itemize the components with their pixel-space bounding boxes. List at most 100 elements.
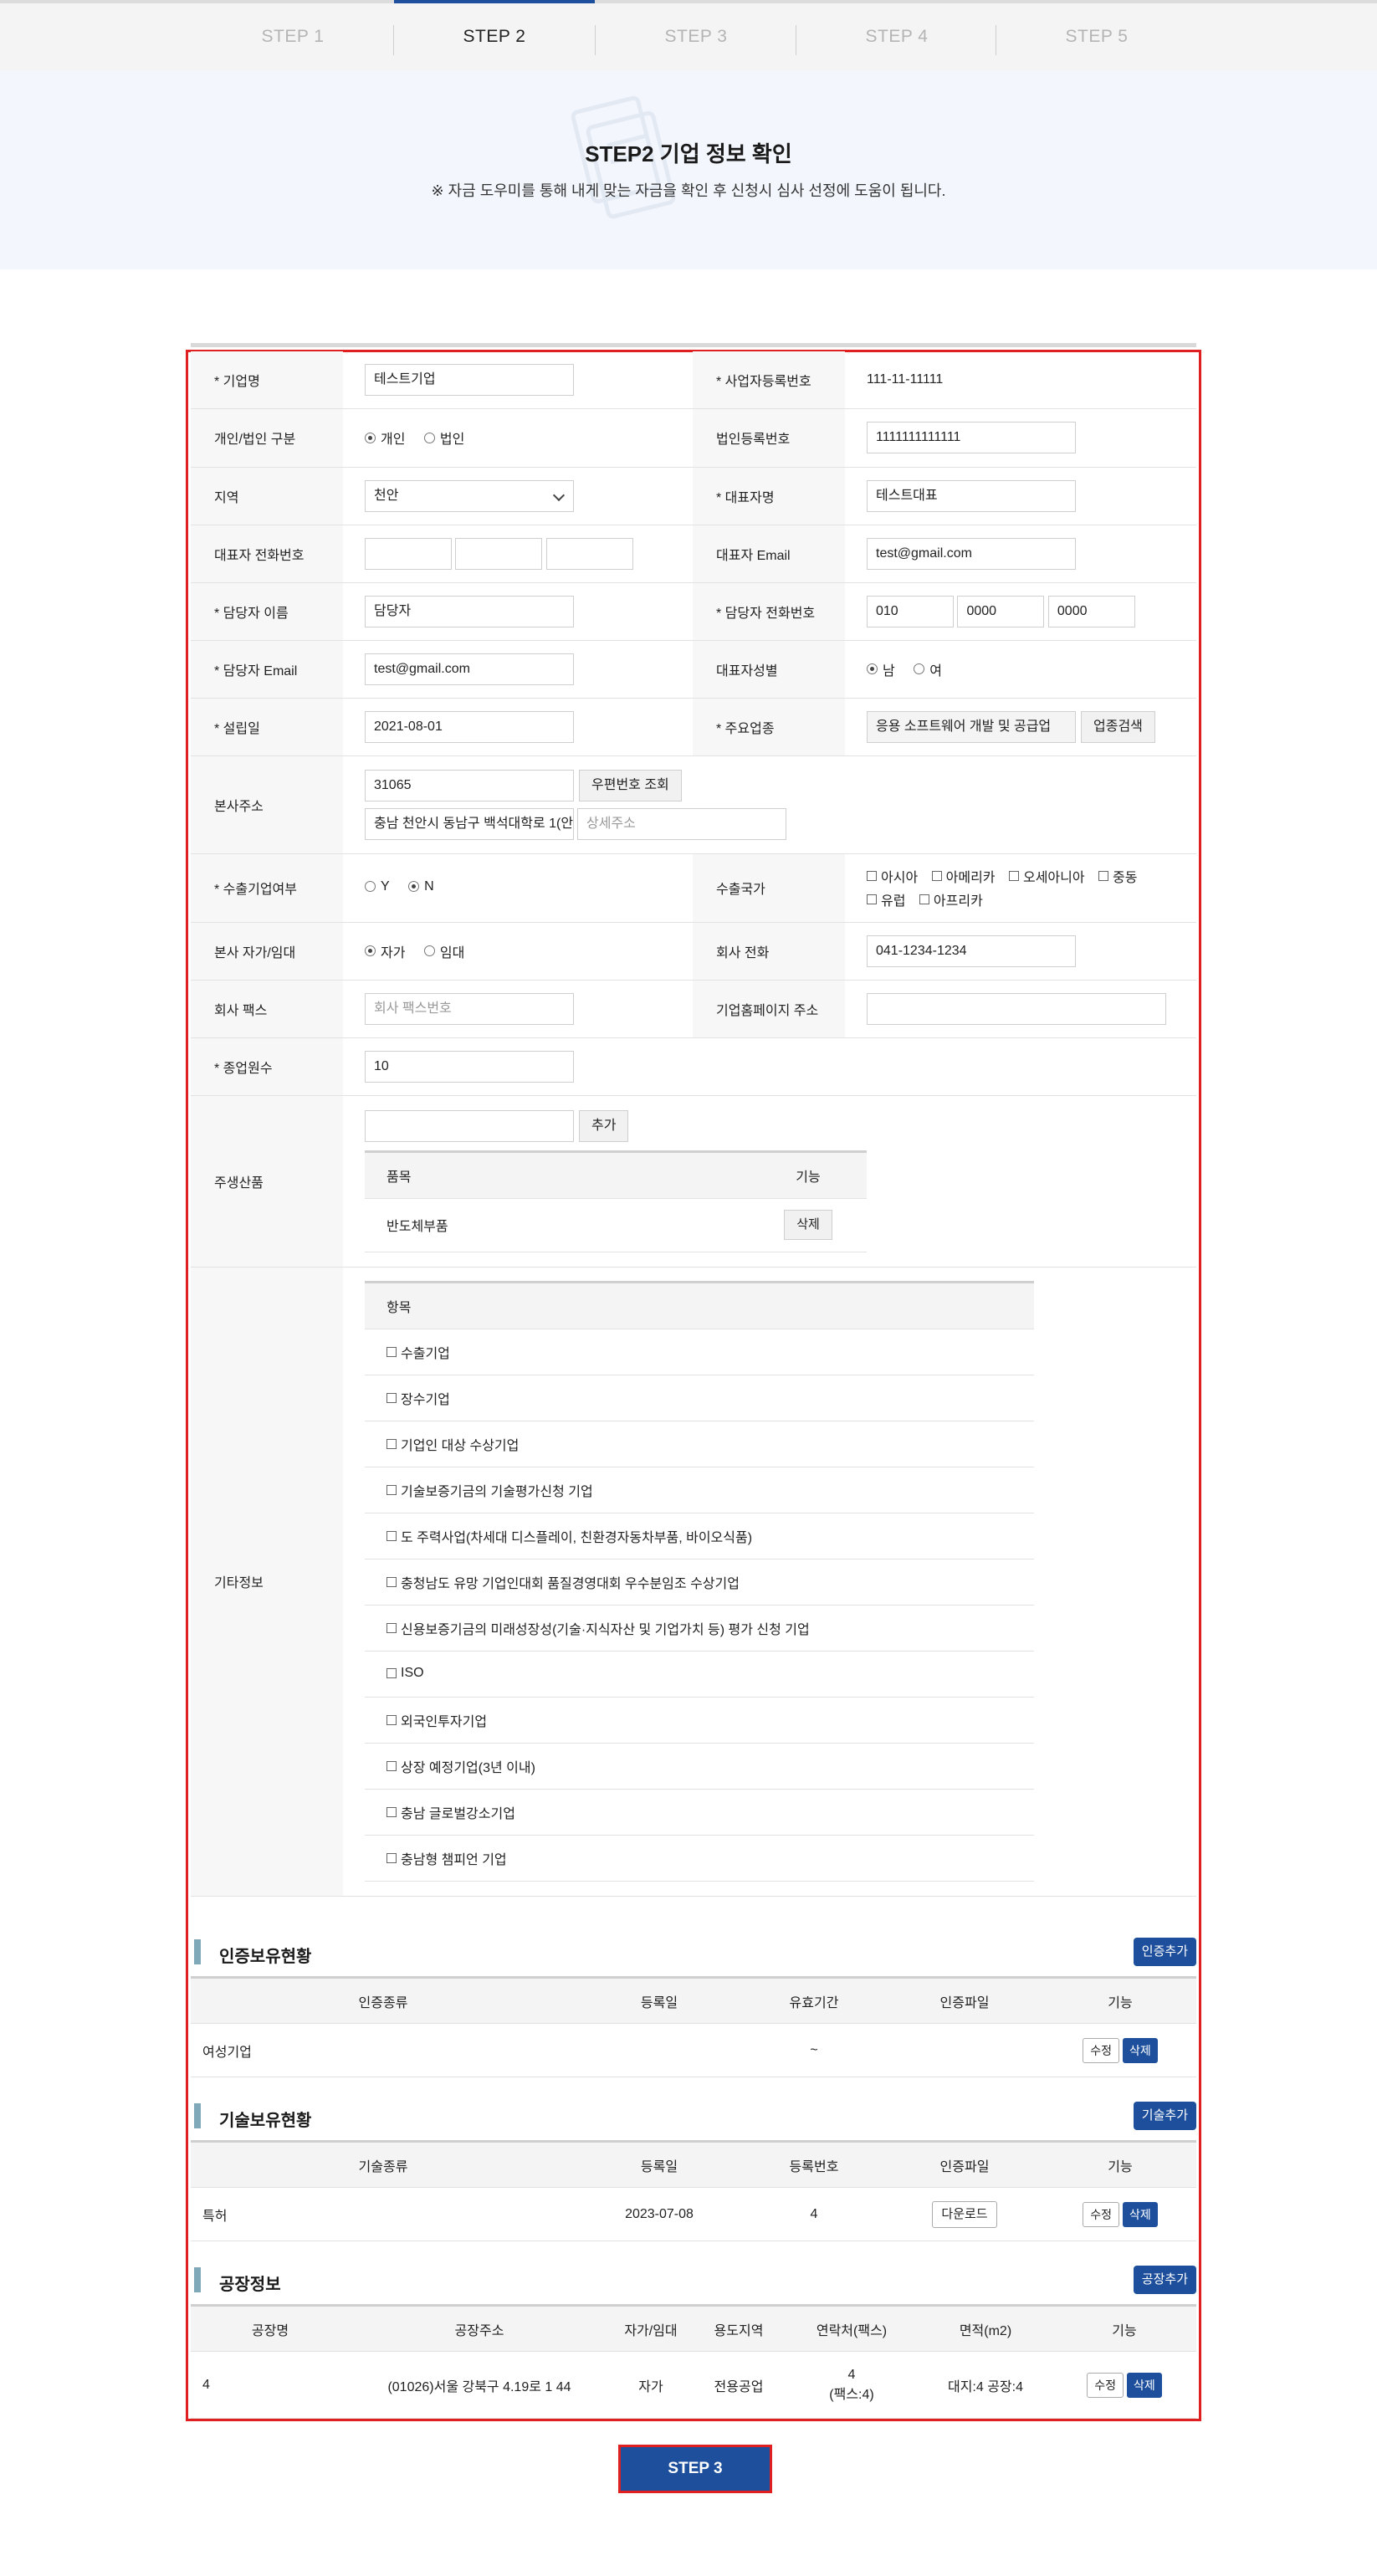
factories-table: 공장명 공장주소 자가/임대 용도지역 연락처(팩스) 면적(m2) 기능 4 … bbox=[191, 2304, 1196, 2419]
ceo-phone-part2-input[interactable] bbox=[455, 537, 543, 570]
etc-item-checkbox[interactable]: 기술보증기금의 기술평가신청 기업 bbox=[386, 1480, 593, 1500]
product-add-button[interactable]: 추가 bbox=[579, 1109, 629, 1142]
company-fax-input[interactable]: 회사 팩스번호 bbox=[365, 992, 574, 1025]
etc-item-checkbox[interactable]: 상장 예정기업(3년 이내) bbox=[386, 1756, 535, 1776]
tech-edit-button[interactable]: 수정 bbox=[1083, 2201, 1119, 2227]
step-tab-2[interactable]: STEP 2 bbox=[394, 0, 595, 70]
ownership-own-radio[interactable]: 자가 bbox=[365, 941, 405, 961]
add-technology-button[interactable]: 기술추가 bbox=[1133, 2102, 1196, 2130]
ownership-lease-radio[interactable]: 임대 bbox=[423, 941, 464, 961]
add-certification-button[interactable]: 인증추가 bbox=[1133, 1938, 1196, 1966]
country-europe-checkbox[interactable]: 유럽 bbox=[867, 889, 905, 909]
etc-item-checkbox[interactable]: 기업인 대상 수상기업 bbox=[386, 1434, 519, 1454]
main-industry-label: * 주요업종 bbox=[693, 698, 845, 756]
homepage-input[interactable] bbox=[867, 992, 1166, 1025]
ceo-email-input[interactable]: test@gmail.com bbox=[867, 537, 1076, 570]
manager-name-input[interactable]: 담당자 bbox=[365, 595, 574, 627]
address-input[interactable]: 충남 천안시 동남구 백석대학로 1(안 bbox=[365, 807, 574, 840]
radio-unchecked-icon bbox=[914, 663, 925, 674]
corp-reg-no-input[interactable]: 1111111111111 bbox=[867, 422, 1076, 453]
founded-date-input[interactable]: 2021-08-01 bbox=[365, 710, 574, 743]
factory-delete-button[interactable]: 삭제 bbox=[1127, 2372, 1162, 2398]
section-marker bbox=[194, 1939, 201, 1964]
country-asia-checkbox[interactable]: 아시아 bbox=[867, 866, 918, 886]
gender-female-radio[interactable]: 여 bbox=[914, 659, 942, 679]
checkbox-icon bbox=[386, 1577, 397, 1587]
etc-col-item: 항목 bbox=[365, 1281, 1034, 1329]
etc-item-checkbox[interactable]: ISO bbox=[386, 1666, 424, 1681]
etc-item-checkbox[interactable]: 외국인투자기업 bbox=[386, 1710, 487, 1730]
etc-item-checkbox[interactable]: 수출기업 bbox=[386, 1342, 450, 1362]
step-tab-3[interactable]: STEP 3 bbox=[596, 3, 796, 70]
table-row: 여성기업 ~ 수정 삭제 bbox=[191, 2023, 1196, 2077]
employees-label: * 종업원수 bbox=[191, 1037, 343, 1096]
industry-search-button[interactable]: 업종검색 bbox=[1081, 710, 1155, 743]
step-tab-5[interactable]: STEP 5 bbox=[996, 3, 1197, 70]
exporter-yes-radio[interactable]: Y bbox=[365, 879, 390, 894]
etc-item-checkbox[interactable]: 도 주력사업(차세대 디스플레이, 친환경자동차부품, 바이오식품) bbox=[386, 1526, 752, 1546]
factory-edit-button[interactable]: 수정 bbox=[1087, 2372, 1124, 2398]
product-input[interactable] bbox=[365, 1109, 574, 1142]
ceo-name-input[interactable]: 테스트대표 bbox=[867, 479, 1076, 512]
entity-type-label: 개인/법인 구분 bbox=[191, 408, 343, 468]
ceo-phone-part3-input[interactable] bbox=[545, 537, 633, 570]
zipcode-search-button[interactable]: 우편번호 조회 bbox=[579, 769, 682, 801]
manager-phone-part3-input[interactable]: 0000 bbox=[1047, 595, 1135, 627]
step-tab-4[interactable]: STEP 4 bbox=[796, 3, 997, 70]
country-africa-checkbox[interactable]: 아프리카 bbox=[919, 889, 983, 909]
cert-delete-button[interactable]: 삭제 bbox=[1123, 2037, 1158, 2063]
address-detail-input[interactable]: 상세주소 bbox=[577, 807, 786, 840]
certifications-table: 인증종류 등록일 유효기간 인증파일 기능 여성기업 ~ 수정 삭제 bbox=[191, 1976, 1196, 2077]
radio-unchecked-icon bbox=[423, 432, 435, 443]
table-row: 특허 2023-07-08 4 다운로드 수정 삭제 bbox=[191, 2187, 1196, 2241]
product-delete-button[interactable]: 삭제 bbox=[784, 1210, 832, 1240]
add-factory-button[interactable]: 공장추가 bbox=[1133, 2266, 1196, 2294]
page-subtitle: ※ 자금 도우미를 통해 내게 맞는 자금을 확인 후 신청시 심사 선정에 도… bbox=[431, 182, 946, 199]
hq-address-label: 본사주소 bbox=[191, 755, 343, 854]
country-middle-east-checkbox[interactable]: 중동 bbox=[1098, 866, 1137, 886]
country-oceania-checkbox[interactable]: 오세아니아 bbox=[1008, 866, 1085, 886]
main-industry-input[interactable]: 응용 소프트웨어 개발 및 공급업 bbox=[867, 710, 1076, 743]
corp-reg-no-label: 법인등록번호 bbox=[693, 408, 845, 468]
country-america-checkbox[interactable]: 아메리카 bbox=[931, 866, 996, 886]
cert-edit-button[interactable]: 수정 bbox=[1083, 2037, 1119, 2063]
cert-col-reg-date: 등록일 bbox=[576, 1976, 743, 2024]
company-phone-input[interactable]: 041-1234-1234 bbox=[867, 935, 1076, 967]
ceo-phone-part1-input[interactable] bbox=[365, 537, 452, 570]
entity-type-individual-radio[interactable]: 개인 bbox=[365, 428, 405, 448]
manager-email-input[interactable]: test@gmail.com bbox=[365, 653, 574, 685]
cert-reg-date bbox=[576, 2023, 743, 2077]
company-name-input[interactable]: 테스트기업 bbox=[365, 363, 574, 396]
step-tabs: STEP 1 STEP 2 STEP 3 STEP 4 STEP 5 bbox=[0, 0, 1377, 70]
etc-info-table: 항목 수출기업 장수기업 기업인 대상 수상기업 기술보증기금의 기술평가신청 … bbox=[365, 1281, 1034, 1882]
gender-male-radio[interactable]: 남 bbox=[867, 659, 895, 679]
zipcode-input[interactable]: 31065 bbox=[365, 769, 574, 801]
checkbox-icon bbox=[1008, 871, 1019, 881]
tech-download-button[interactable]: 다운로드 bbox=[932, 2200, 997, 2228]
list-item: 상장 예정기업(3년 이내) bbox=[365, 1743, 1034, 1790]
manager-phone-part2-input[interactable]: 0000 bbox=[957, 595, 1045, 627]
etc-item-checkbox[interactable]: 충청남도 유망 기업인대회 품질경영대회 우수분임조 수상기업 bbox=[386, 1572, 740, 1592]
table-row: 4 (01026)서울 강북구 4.19로 1 44 자가 전용공업 4 (팩스:… bbox=[191, 2351, 1196, 2419]
next-step-button[interactable]: STEP 3 bbox=[618, 2445, 772, 2493]
exporter-no-radio[interactable]: N bbox=[408, 879, 434, 894]
region-select[interactable]: 천안 bbox=[365, 479, 574, 512]
homepage-label: 기업홈페이지 주소 bbox=[693, 980, 845, 1038]
employees-input[interactable]: 10 bbox=[365, 1050, 574, 1083]
cert-type: 여성기업 bbox=[191, 2023, 576, 2077]
radio-checked-icon bbox=[867, 663, 878, 674]
etc-item-checkbox[interactable]: 충남 글로벌강소기업 bbox=[386, 1802, 515, 1822]
etc-item-checkbox[interactable]: 충남형 챔피언 기업 bbox=[386, 1848, 507, 1868]
list-item: 외국인투자기업 bbox=[365, 1697, 1034, 1744]
tech-delete-button[interactable]: 삭제 bbox=[1123, 2201, 1158, 2227]
manager-name-label: * 담당자 이름 bbox=[191, 582, 343, 641]
etc-item-checkbox[interactable]: 장수기업 bbox=[386, 1388, 450, 1408]
etc-info-label: 기타정보 bbox=[191, 1267, 343, 1897]
entity-type-corporate-radio[interactable]: 법인 bbox=[423, 428, 464, 448]
ceo-phone-label: 대표자 전화번호 bbox=[191, 525, 343, 583]
manager-phone-part1-input[interactable]: 010 bbox=[867, 595, 954, 627]
technologies-title: 기술보유현황 bbox=[219, 2112, 312, 2130]
step-tab-1[interactable]: STEP 1 bbox=[192, 3, 393, 70]
etc-item-checkbox[interactable]: 신용보증기금의 미래성장성(기술·지식자산 및 기업가치 등) 평가 신청 기업 bbox=[386, 1618, 810, 1638]
radio-checked-icon bbox=[365, 432, 376, 443]
